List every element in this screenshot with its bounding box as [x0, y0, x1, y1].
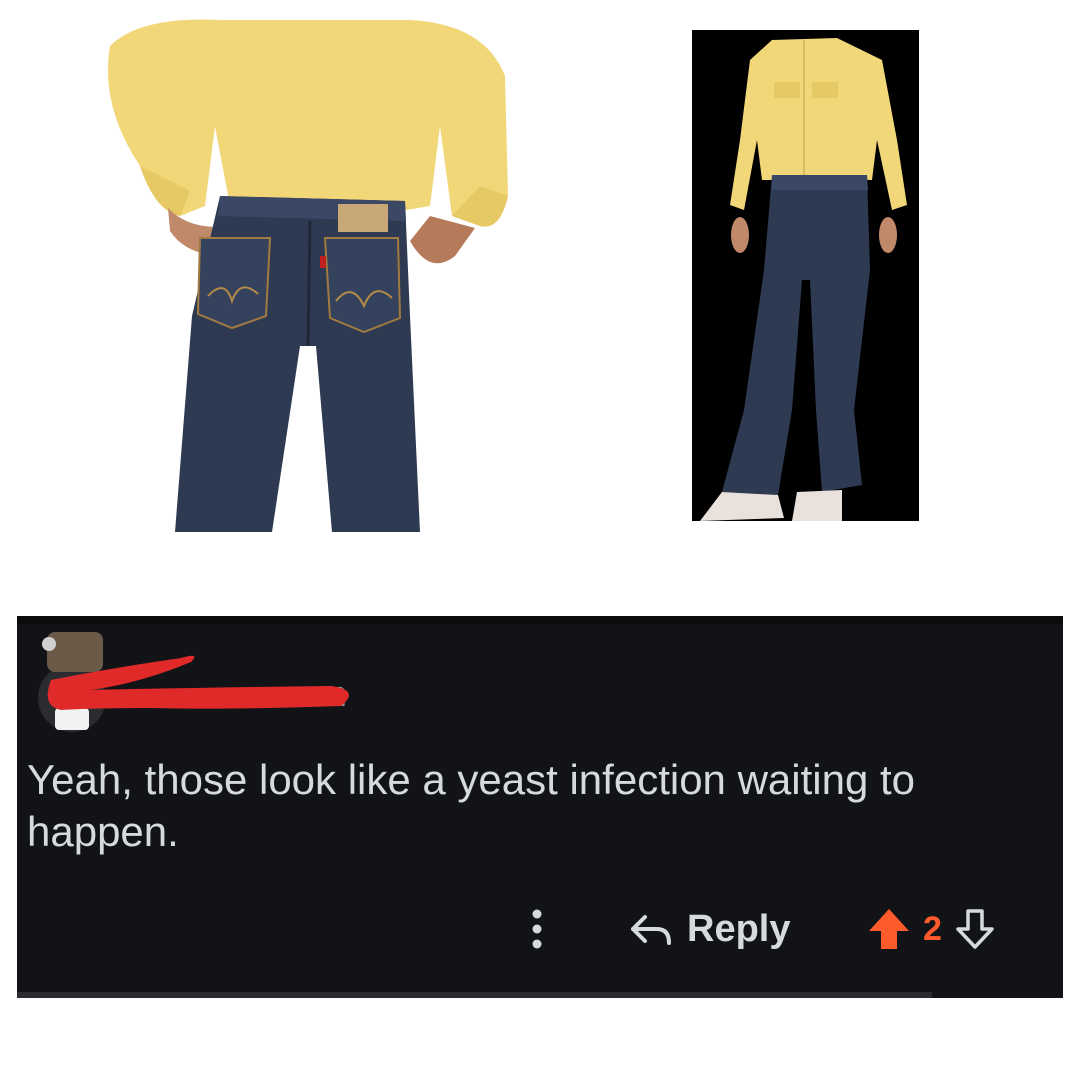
comment-body: Yeah, those look like a yeast infection … — [27, 756, 916, 855]
reply-label: Reply — [687, 907, 791, 950]
more-options-button[interactable] — [521, 906, 553, 952]
username-redaction-scribble — [31, 628, 371, 728]
reply-button[interactable]: Reply — [629, 904, 790, 954]
downvote-arrow-icon — [956, 909, 994, 949]
flare-jeans-front-photo — [692, 30, 919, 521]
vote-count: 2 — [923, 909, 942, 948]
jeans-back-photo — [80, 16, 520, 536]
vote-controls: 2 — [867, 904, 996, 954]
card-top-divider — [17, 616, 1063, 624]
more-vertical-icon — [532, 909, 542, 949]
downvote-button[interactable] — [954, 907, 996, 951]
card-bottom-divider — [17, 992, 932, 998]
upvote-button[interactable] — [867, 907, 911, 951]
upvote-arrow-icon — [869, 909, 909, 949]
reply-arrow-icon — [631, 915, 671, 945]
meme-page: m Yeah, those look like a yeast infectio… — [0, 0, 1080, 1071]
comment-card: m Yeah, those look like a yeast infectio… — [17, 616, 1063, 998]
comment-actions: Reply 2 — [17, 902, 1063, 956]
